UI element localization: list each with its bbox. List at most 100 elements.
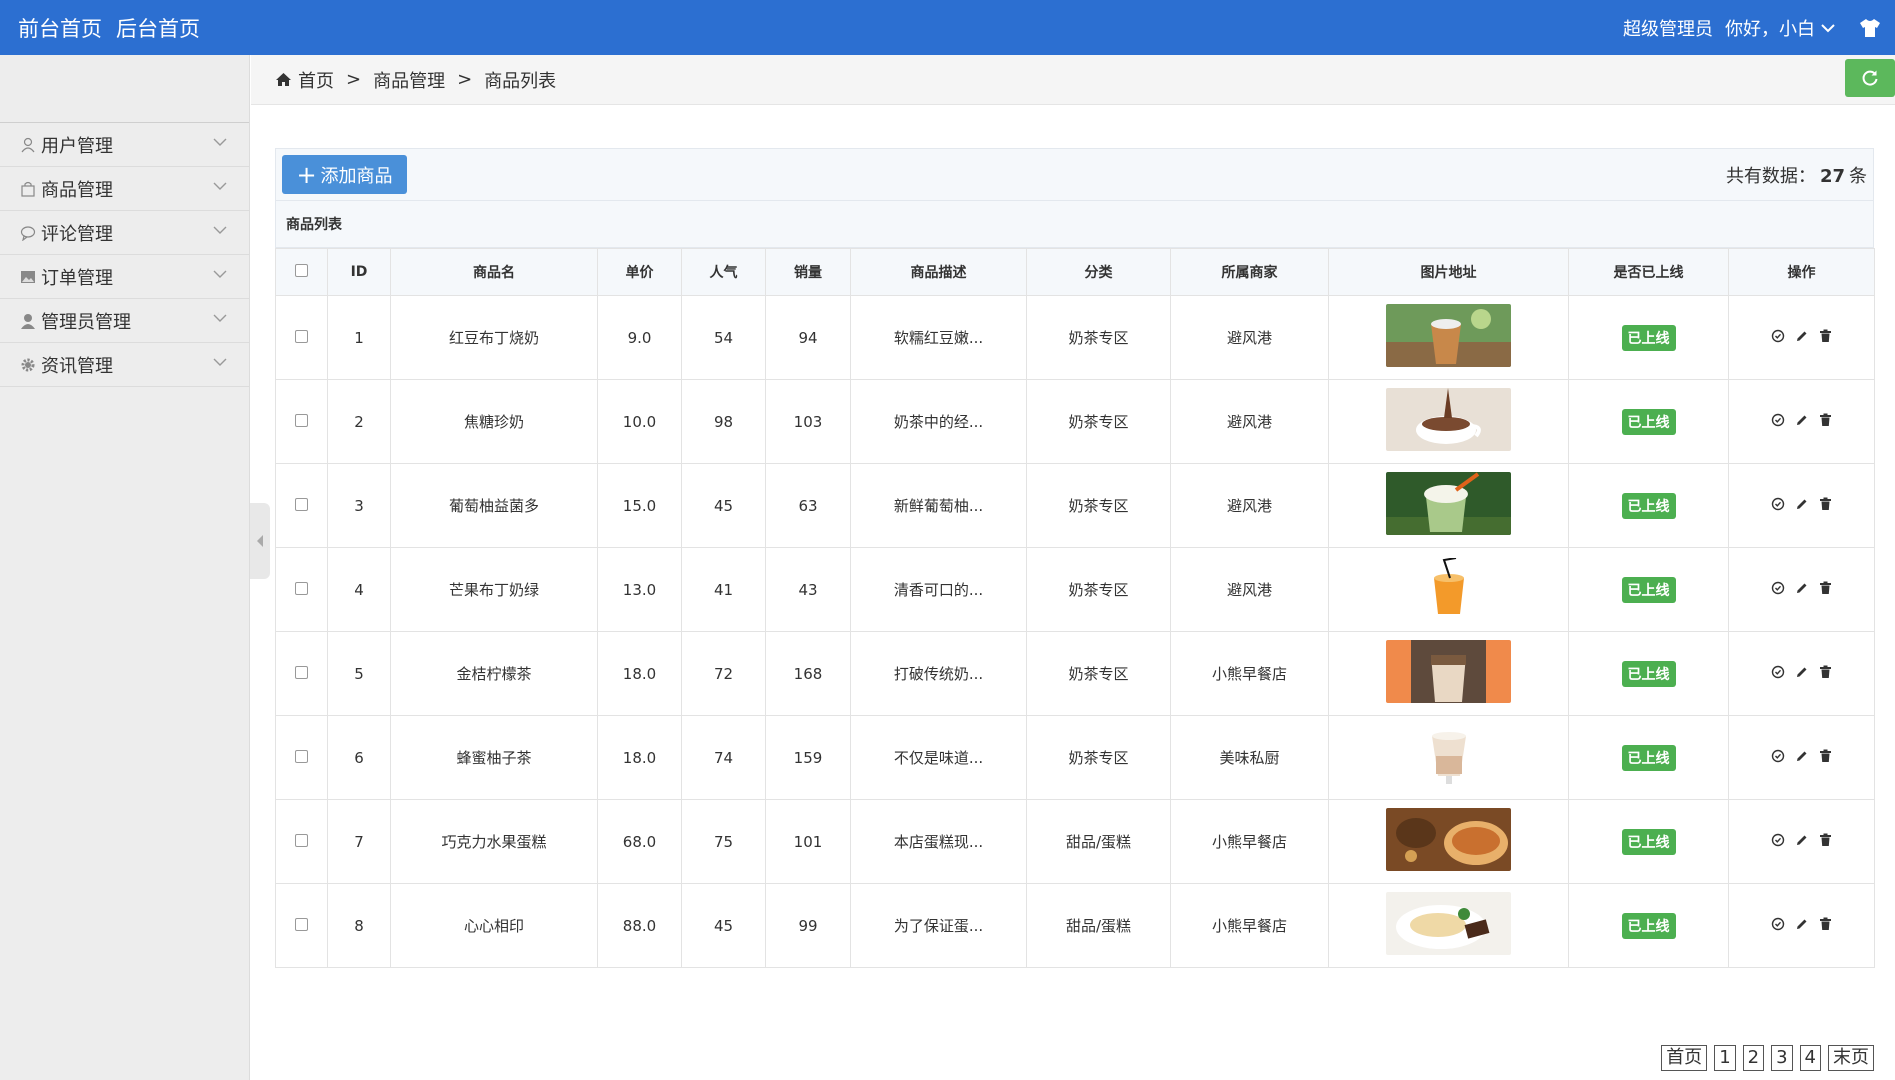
row-checkbox[interactable]: [295, 497, 308, 511]
select-all-checkbox[interactable]: [295, 263, 308, 277]
column-header[interactable]: 销量: [765, 248, 851, 296]
column-header[interactable]: 人气: [681, 248, 766, 296]
status-badge: 已上线: [1621, 492, 1676, 519]
status-badge: 已上线: [1621, 828, 1676, 855]
breadcrumb-home[interactable]: 首页: [298, 67, 334, 93]
check-circle-icon[interactable]: [1771, 329, 1785, 343]
sidebar-item-label: 资讯管理: [41, 355, 113, 377]
page-number[interactable]: 3: [1771, 1045, 1793, 1071]
trash-icon[interactable]: [1819, 665, 1832, 679]
product-list-panel: + 添加商品 共有数据： 27 条 商品列表 ID 商品名 单价 人气 销量 商品描…: [275, 148, 1875, 968]
page-number[interactable]: 2: [1742, 1045, 1765, 1071]
pencil-icon[interactable]: [1795, 497, 1809, 511]
check-circle-icon[interactable]: [1771, 665, 1785, 679]
status-badge: 已上线: [1621, 912, 1676, 939]
pencil-icon[interactable]: [1795, 917, 1809, 931]
pencil-icon[interactable]: [1795, 833, 1809, 847]
check-circle-icon[interactable]: [1771, 497, 1785, 511]
row-checkbox[interactable]: [295, 917, 308, 931]
pencil-icon[interactable]: [1795, 665, 1809, 679]
check-circle-icon[interactable]: [1771, 581, 1785, 595]
trash-icon[interactable]: [1819, 917, 1832, 931]
row-checkbox[interactable]: [295, 329, 308, 343]
sidebar-item-admins[interactable]: 管理员管理: [0, 299, 249, 343]
cell-desc: 本店蛋糕现...: [850, 799, 1027, 884]
product-thumbnail[interactable]: [1423, 725, 1474, 786]
cell-id: 1: [327, 295, 391, 380]
trash-icon[interactable]: [1819, 329, 1832, 343]
front-home-link[interactable]: 前台首页: [18, 13, 102, 43]
product-thumbnail[interactable]: [1386, 472, 1511, 535]
cell-status: 已上线: [1568, 379, 1729, 464]
check-circle-icon[interactable]: [1771, 917, 1785, 931]
column-header[interactable]: 所属商家: [1170, 248, 1329, 296]
sidebar-item-orders[interactable]: 订单管理: [0, 255, 249, 299]
row-checkbox[interactable]: [295, 413, 308, 427]
breadcrumb-level1[interactable]: 商品管理: [373, 67, 445, 93]
pencil-icon[interactable]: [1795, 749, 1809, 763]
sidebar-item-comments[interactable]: 评论管理: [0, 211, 249, 255]
refresh-button[interactable]: [1845, 59, 1895, 97]
cell-merchant: 小熊早餐店: [1170, 799, 1329, 884]
gear-icon: [19, 356, 37, 374]
trash-icon[interactable]: [1819, 833, 1832, 847]
column-header[interactable]: 单价: [597, 248, 682, 296]
back-home-link[interactable]: 后台首页: [116, 13, 200, 43]
page-last[interactable]: 末页: [1828, 1045, 1874, 1071]
role-label: 超级管理员: [1623, 18, 1713, 40]
table-row: 6 蜂蜜柚子茶 18.0 74 159 不仅是味道... 奶茶专区 美味私厨 已…: [275, 715, 1875, 800]
product-thumbnail[interactable]: [1386, 808, 1511, 871]
row-checkbox[interactable]: [295, 665, 308, 679]
add-product-button[interactable]: + 添加商品: [282, 155, 407, 194]
cell-desc: 为了保证蛋...: [850, 883, 1027, 968]
sidebar-item-news[interactable]: 资讯管理: [0, 343, 249, 387]
cell-ops: [1728, 883, 1875, 968]
check-circle-icon[interactable]: [1771, 833, 1785, 847]
page-first[interactable]: 首页: [1661, 1045, 1708, 1071]
column-header[interactable]: 商品描述: [850, 248, 1027, 296]
page-number[interactable]: 1: [1714, 1045, 1736, 1071]
theme-shirt-icon[interactable]: [1859, 18, 1881, 38]
cell-ops: [1728, 799, 1875, 884]
cell-popularity: 98: [681, 379, 766, 464]
user-menu[interactable]: 你好，小白: [1725, 15, 1835, 41]
check-circle-icon[interactable]: [1771, 749, 1785, 763]
cell-image: [1328, 463, 1569, 548]
column-header[interactable]: 是否已上线: [1568, 248, 1729, 296]
cell-price: 15.0: [597, 463, 682, 548]
cell-name: 焦糖珍奶: [390, 379, 598, 464]
check-circle-icon[interactable]: [1771, 413, 1785, 427]
page-number[interactable]: 4: [1799, 1045, 1821, 1071]
row-checkbox[interactable]: [295, 581, 308, 595]
cell-ops: [1728, 631, 1875, 716]
trash-icon[interactable]: [1819, 497, 1832, 511]
cell-name: 金桔柠檬茶: [390, 631, 598, 716]
breadcrumb-separator: >: [346, 69, 362, 90]
row-checkbox[interactable]: [295, 749, 308, 763]
plus-icon: +: [296, 160, 317, 189]
cell-desc: 打破传统奶...: [850, 631, 1027, 716]
row-checkbox[interactable]: [295, 833, 308, 847]
product-thumbnail[interactable]: [1386, 304, 1511, 367]
cell-category: 奶茶专区: [1026, 547, 1171, 632]
product-thumbnail[interactable]: [1386, 640, 1511, 703]
column-header[interactable]: ID: [327, 248, 391, 296]
trash-icon[interactable]: [1819, 581, 1832, 595]
pencil-icon[interactable]: [1795, 581, 1809, 595]
cell-popularity: 41: [681, 547, 766, 632]
product-thumbnail[interactable]: [1386, 892, 1511, 955]
sidebar-item-users[interactable]: 用户管理: [0, 123, 249, 167]
pagination: 首页 1 2 3 4 末页: [1661, 1045, 1874, 1071]
product-thumbnail[interactable]: [1386, 388, 1511, 451]
pencil-icon[interactable]: [1795, 329, 1809, 343]
column-header[interactable]: 商品名: [390, 248, 598, 296]
table-row: 1 红豆布丁烧奶 9.0 54 94 软糯红豆嫩... 奶茶专区 避风港 已上线: [275, 295, 1875, 380]
trash-icon[interactable]: [1819, 413, 1832, 427]
trash-icon[interactable]: [1819, 749, 1832, 763]
row-select-cell: [275, 547, 328, 632]
product-thumbnail[interactable]: [1423, 557, 1474, 618]
column-header[interactable]: 分类: [1026, 248, 1171, 296]
sidebar-item-products[interactable]: 商品管理: [0, 167, 249, 211]
pencil-icon[interactable]: [1795, 413, 1809, 427]
sidebar-collapse-toggle[interactable]: [250, 503, 270, 579]
